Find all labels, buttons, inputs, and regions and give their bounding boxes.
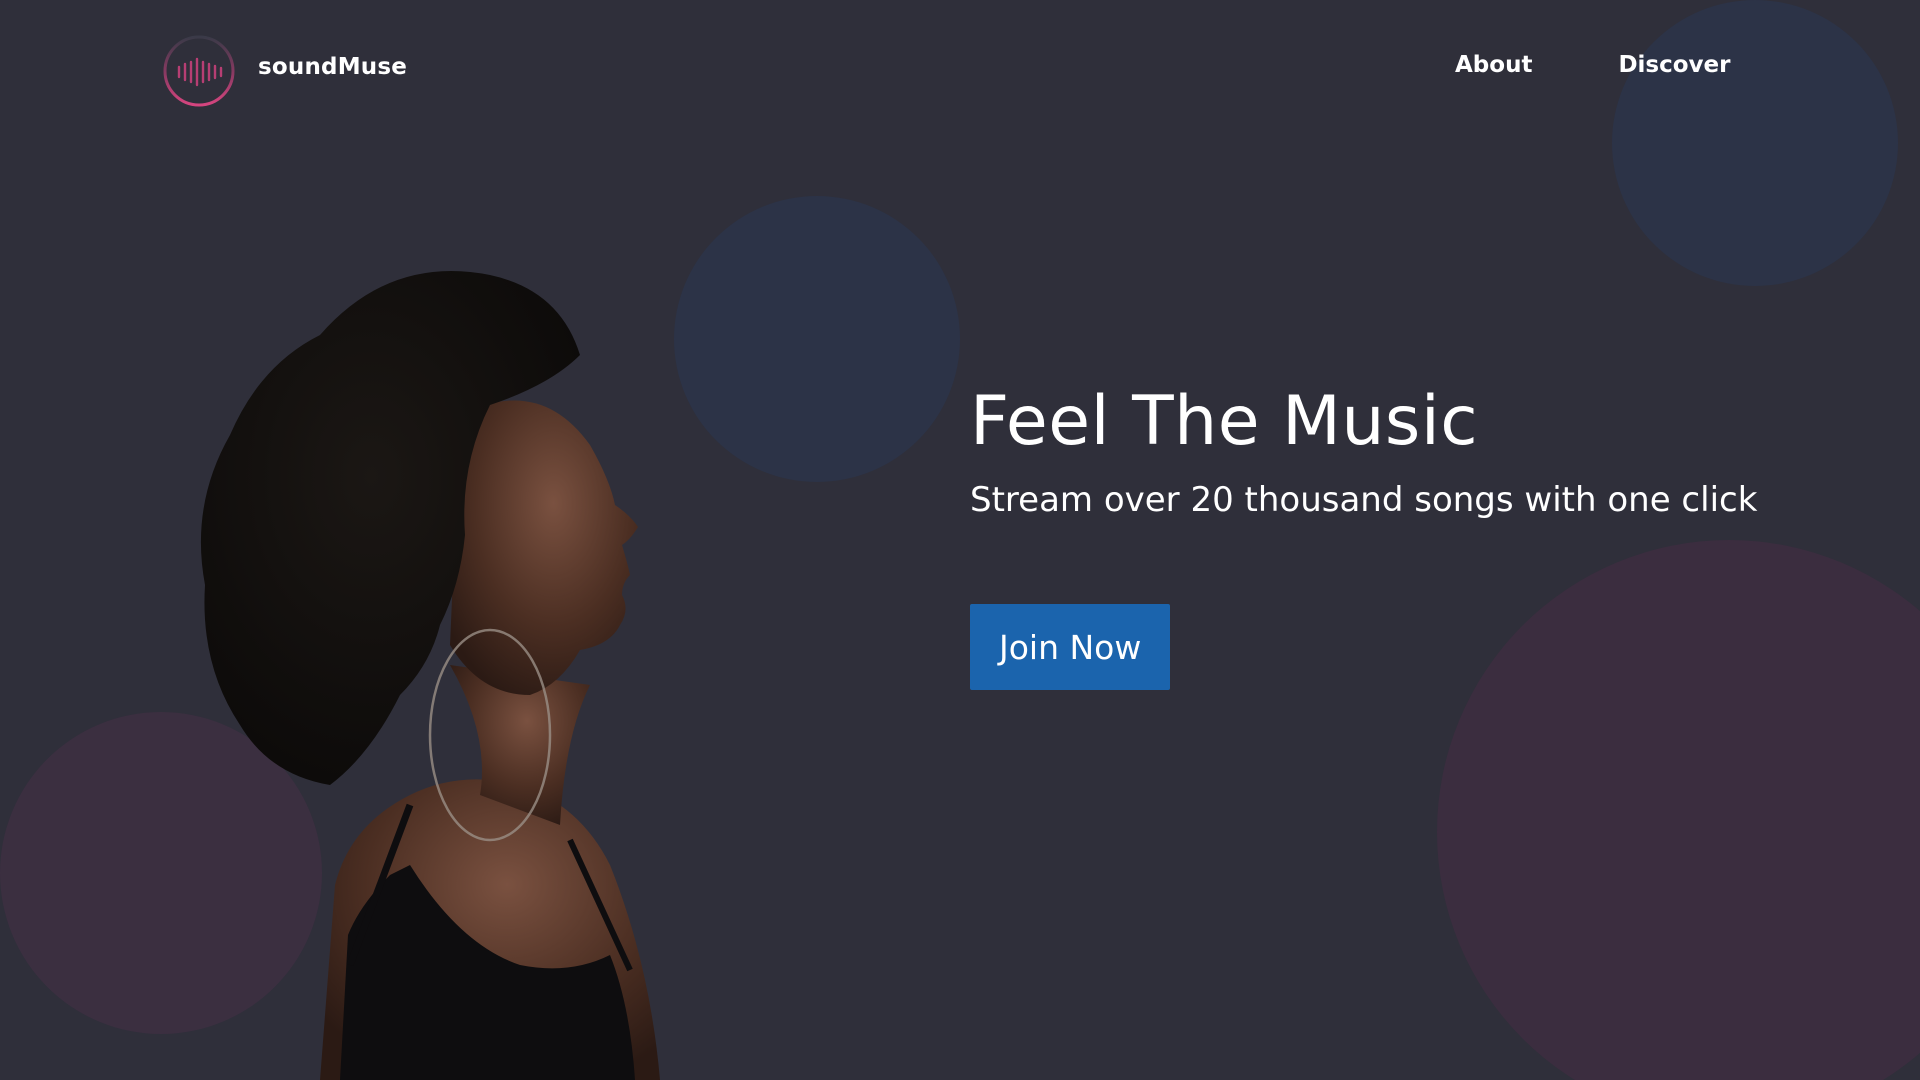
logo-link[interactable]: soundMuse xyxy=(160,35,407,107)
hero-title: Feel The Music xyxy=(970,382,1479,461)
nav-link-discover[interactable]: Discover xyxy=(1618,52,1730,78)
hero-subtitle: Stream over 20 thousand songs with one c… xyxy=(970,480,1758,520)
hero-section: Feel The Music Stream over 20 thousand s… xyxy=(970,380,1870,690)
main-nav: About Discover xyxy=(1455,52,1730,78)
nav-link-about[interactable]: About xyxy=(1455,52,1532,78)
hero-image xyxy=(200,271,660,1080)
landing-page: soundMuse About Discover Feel The Music … xyxy=(0,0,1920,1080)
brand-name: soundMuse xyxy=(258,54,408,80)
site-header: soundMuse About Discover xyxy=(0,0,1920,130)
soundwave-circle-icon xyxy=(163,35,235,107)
join-now-button[interactable]: Join Now xyxy=(970,604,1171,690)
